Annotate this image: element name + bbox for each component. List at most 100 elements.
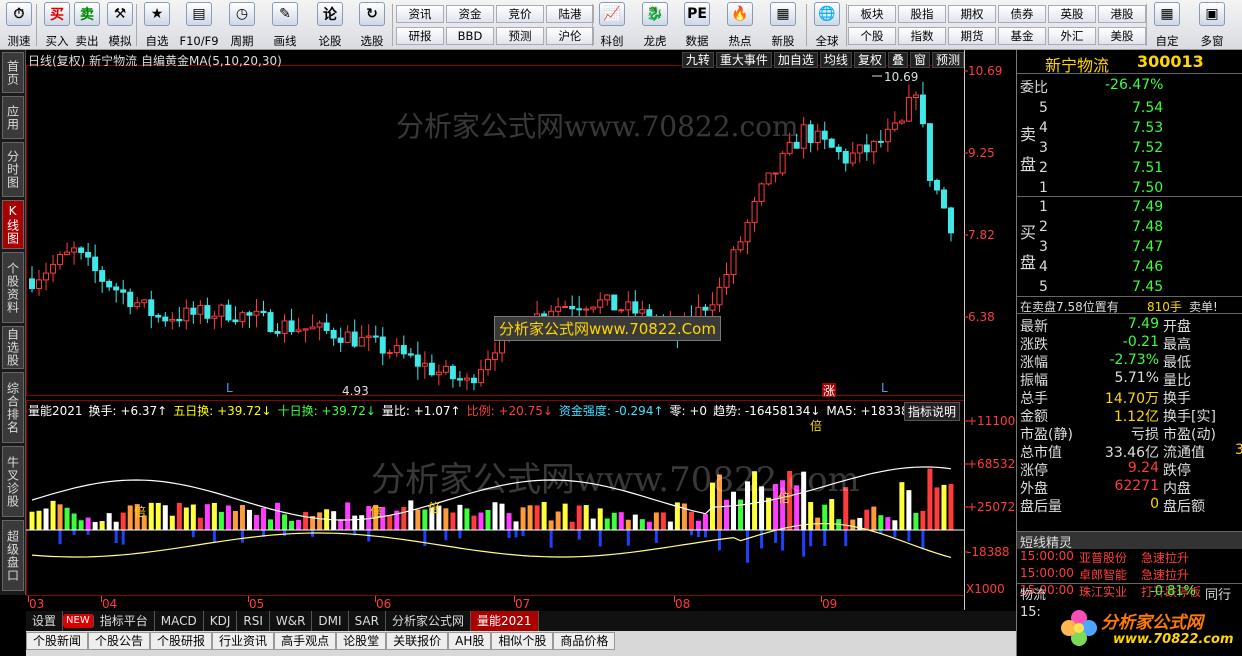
volume-bar [871, 506, 877, 530]
toolbar-small-button[interactable]: 沪伦 [546, 27, 594, 45]
news-tab[interactable]: 论股堂 [336, 632, 387, 650]
left-tab-5[interactable]: 个股资料 [2, 252, 24, 323]
short-elf-row[interactable]: 15:00:00 卓郎智能 急速拉升 [1017, 566, 1242, 584]
volume-negative-bar [212, 530, 216, 542]
toolbar-small-button[interactable]: 股指 [898, 5, 946, 23]
toolbar-chart-button[interactable]: 📈 科创 [595, 2, 629, 48]
chart-button[interactable]: 九转 [681, 52, 714, 68]
left-tab-8[interactable]: 牛叉诊股 [2, 446, 24, 517]
toolbar-pe-button[interactable]: PE 数据 [680, 2, 714, 48]
toolbar-speed-button[interactable]: ⏱ 测速 [2, 2, 36, 48]
indicator-tab[interactable]: 分析家公式网 [386, 611, 471, 631]
sell-level: 4 7.53 [1017, 120, 1242, 138]
toolbar-custom-button[interactable]: ▦ 自定 [1150, 2, 1184, 48]
toolbar-clock-button[interactable]: ◷ 周期 [225, 2, 259, 48]
news-tab[interactable]: 个股新闻 [26, 632, 89, 650]
chart-button[interactable]: 复权 [853, 52, 886, 68]
month-label: 04 [102, 597, 117, 610]
news-tab[interactable]: 商品价格 [553, 632, 616, 650]
toolbar-small-button[interactable]: 资讯 [396, 5, 444, 23]
left-tab-6[interactable]: 自选股 [2, 326, 24, 369]
stat-label: 总市值 [1020, 445, 1062, 461]
short-elf-row[interactable]: 15:00:00 亚普股份 急速拉升 [1017, 549, 1242, 567]
volume-bar [43, 508, 49, 530]
toolbar-small-button[interactable]: 指数 [898, 27, 946, 45]
news-tab[interactable]: AH股 [448, 632, 492, 650]
volume-bar [303, 511, 309, 530]
left-tab-1[interactable]: 首页 [2, 52, 24, 93]
short-elf-time: 15:00:00 [1020, 566, 1074, 580]
chart-button[interactable]: 叠 [887, 52, 908, 68]
volume-unit-label: X1000 [966, 582, 1005, 596]
news-tab[interactable]: 个股研报 [150, 632, 213, 650]
kline-chart-area[interactable]: 10.69 9.25 7.82 6.38 +111004 +68532 +25072 -183… [26, 50, 1016, 610]
toolbar-star-button[interactable]: ★ 自选 [140, 2, 174, 48]
toolbar-select-button[interactable]: ↻ 选股 [355, 2, 389, 48]
indicator-tab[interactable]: NEW [63, 614, 94, 628]
indicator-tab[interactable]: KDJ [204, 611, 238, 631]
toolbar-ipo-button[interactable]: ▦ 新股 [766, 2, 800, 48]
news-tab[interactable]: 关联报价 [386, 632, 449, 650]
indicator-tab[interactable]: W&R [270, 611, 313, 631]
news-tab[interactable]: 高手观点 [274, 632, 337, 650]
toolbar-hammer-button[interactable]: ⚒ 模拟 [103, 2, 137, 48]
news-tab[interactable]: 个股公告 [88, 632, 151, 650]
toolbar-pen-button[interactable]: ✎ 画线 [268, 2, 302, 48]
chart-button[interactable]: 窗 [909, 52, 930, 68]
toolbar-small-button[interactable]: 研报 [396, 27, 444, 45]
candle-body [120, 289, 127, 293]
left-tab-9[interactable]: 超级盘口 [2, 520, 24, 591]
toolbar-small-button[interactable]: 期货 [948, 27, 996, 45]
chart-button[interactable]: 加自选 [773, 52, 818, 68]
toolbar-small-button[interactable]: BBD [446, 27, 494, 45]
news-tab[interactable]: 行业资讯 [212, 632, 275, 650]
toolbar-small-button[interactable]: 期权 [948, 5, 996, 23]
toolbar-discuss-button[interactable]: 论论股 [313, 2, 347, 48]
toolbar-small-button[interactable]: 资金 [446, 5, 494, 23]
stat-right-label: 跌停 [1163, 463, 1191, 479]
toolbar-fire-button[interactable]: 🔥 热点 [723, 2, 757, 48]
indicator-tab[interactable]: 设置 [26, 611, 64, 631]
toolbar-globe-button[interactable]: 🌐 全球 [810, 2, 844, 48]
indicator-explain-button[interactable]: 指标说明 [904, 402, 961, 421]
toolbar-buy-button[interactable]: 买买入 [40, 2, 74, 48]
indicator-tab[interactable]: SAR [349, 611, 386, 631]
toolbar-small-button[interactable]: 外汇 [1048, 27, 1096, 45]
toolbar-small-button[interactable]: 预测 [496, 27, 544, 45]
indicator-value: 趋势: -16458134↓ [713, 404, 821, 418]
left-tab-4[interactable]: K线图 [2, 200, 24, 249]
toolbar-window-button[interactable]: ▣ 多窗 [1195, 2, 1229, 48]
volume-negative-bar [823, 530, 827, 546]
toolbar-small-button[interactable]: 个股 [848, 27, 896, 45]
toolbar-small-button[interactable]: 英股 [1048, 5, 1096, 23]
left-tab-3[interactable]: 分时图 [2, 142, 24, 197]
toolbar-small-button[interactable]: 美股 [1098, 27, 1146, 45]
news-tab[interactable]: 相似个股 [491, 632, 554, 650]
toolbar-small-button[interactable]: 基金 [998, 27, 1046, 45]
chart-button[interactable]: 均线 [819, 52, 852, 68]
indicator-tab[interactable]: DMI [312, 611, 349, 631]
left-tab-2[interactable]: 应用 [2, 96, 24, 139]
stat-value: 14.70万 [1104, 391, 1159, 407]
indicator-tab[interactable]: 量能2021 [470, 611, 539, 631]
stat-right-label: 市盈(动) [1163, 427, 1216, 443]
left-tab-7[interactable]: 综合排名 [2, 372, 24, 443]
candle-body [456, 378, 463, 381]
candle-body [625, 301, 632, 311]
toolbar-sell-button[interactable]: 卖卖出 [70, 2, 104, 48]
indicator-tab[interactable]: 指标平台 [94, 611, 155, 631]
toolbar-f10-button[interactable]: ▤ F10/F9 [179, 2, 219, 48]
indicator-tab[interactable]: MACD [155, 611, 204, 631]
toolbar-dragon-button[interactable]: 🐉 龙虎 [638, 2, 672, 48]
toolbar-small-button[interactable]: 港股 [1098, 5, 1146, 23]
candle-body [148, 299, 155, 317]
toolbar-small-button[interactable]: 竞价 [496, 5, 544, 23]
candle-body [183, 307, 190, 322]
short-elf-event: 急速拉升 [1141, 551, 1190, 565]
toolbar-small-button[interactable]: 债券 [998, 5, 1046, 23]
toolbar-small-button[interactable]: 板块 [848, 5, 896, 23]
toolbar-small-button[interactable]: 陆港 [546, 5, 594, 23]
chart-button[interactable]: 重大事件 [715, 52, 772, 68]
indicator-tab[interactable]: RSI [237, 611, 270, 631]
chart-button[interactable]: 预测 [931, 52, 964, 68]
